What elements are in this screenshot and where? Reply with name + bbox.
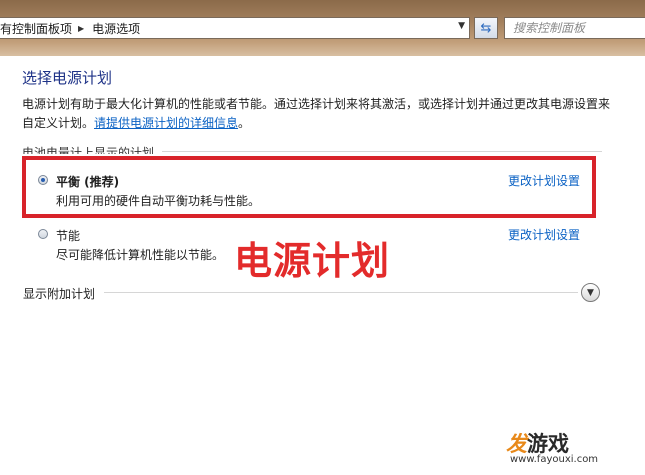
description-end: 。: [238, 116, 251, 130]
page-title: 选择电源计划: [22, 69, 113, 87]
plan-power-saver-name: 节能: [56, 229, 81, 243]
section-label: 电池电量计上显示的计划: [22, 146, 155, 154]
plan-power-saver-description: 尽可能降低计算机性能以节能。: [56, 248, 225, 262]
refresh-icon: ⇆: [480, 20, 492, 36]
search-box[interactable]: [504, 17, 645, 39]
address-bar: 有控制面板项 ▶ 电源选项 ▼ ⇆: [0, 0, 645, 56]
highlight-box: [22, 156, 596, 218]
watermark-accent: 发: [506, 432, 527, 456]
watermark-url: www.fayouxi.com: [510, 454, 599, 465]
chevron-down-icon[interactable]: ▼: [458, 21, 465, 31]
show-additional-plans-label[interactable]: 显示附加计划: [23, 285, 95, 302]
refresh-button[interactable]: ⇆: [474, 17, 498, 39]
chevron-down-icon: ▼: [587, 287, 594, 298]
triangle-right-icon: ▶: [78, 23, 85, 33]
section-divider: [162, 151, 602, 152]
breadcrumb-item-power-options[interactable]: 电源选项: [92, 20, 140, 37]
plan-details-link[interactable]: 请提供电源计划的详细信息: [94, 116, 238, 130]
additional-plans-divider: [104, 292, 578, 293]
annotation-label: 电源计划: [234, 239, 391, 283]
expand-additional-plans-button[interactable]: ▼: [581, 283, 600, 302]
breadcrumb[interactable]: 有控制面板项 ▶ 电源选项 ▼: [0, 17, 470, 39]
watermark-brand: 游戏: [527, 432, 569, 456]
breadcrumb-item-control-panel[interactable]: 有控制面板项: [0, 20, 72, 37]
search-input[interactable]: [513, 21, 633, 35]
plan-power-saver-radio[interactable]: [38, 229, 48, 239]
plan-power-saver-change-settings-link[interactable]: 更改计划设置: [508, 226, 580, 243]
page-description: 电源计划有助于最大化计算机的性能或者节能。通过选择计划来将其激活，或选择计划并通…: [22, 95, 612, 133]
